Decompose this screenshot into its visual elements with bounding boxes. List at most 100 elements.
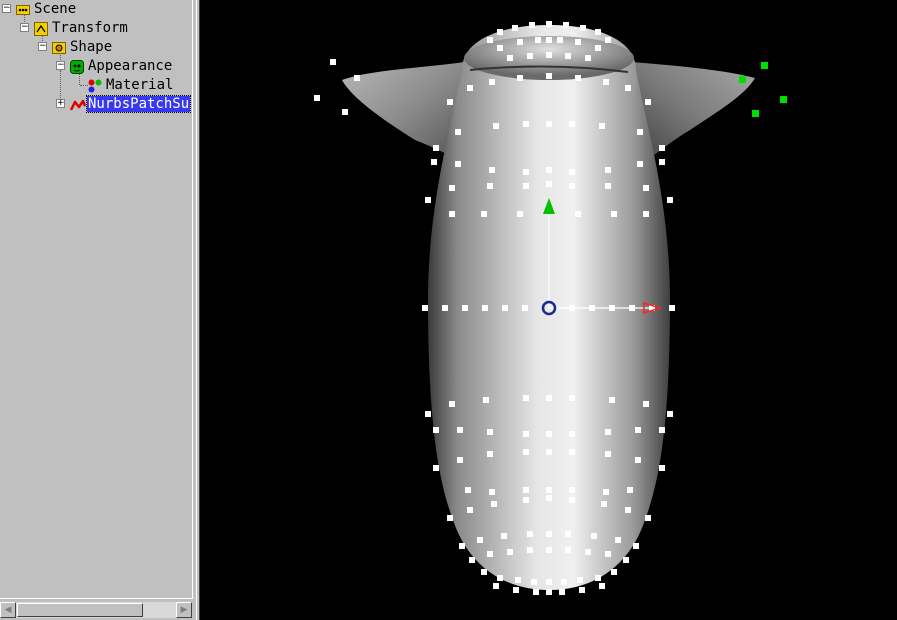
control-point[interactable] <box>433 465 439 471</box>
control-point[interactable] <box>599 123 605 129</box>
control-point[interactable] <box>523 183 529 189</box>
control-point[interactable] <box>522 305 528 311</box>
control-point[interactable] <box>529 22 535 28</box>
control-point[interactable] <box>645 99 651 105</box>
control-point[interactable] <box>546 487 552 493</box>
control-point[interactable] <box>546 73 552 79</box>
control-point[interactable] <box>431 159 437 165</box>
scroll-left-arrow-icon[interactable]: ◀ <box>0 602 16 618</box>
control-point[interactable] <box>487 37 493 43</box>
control-point[interactable] <box>342 109 348 115</box>
control-point[interactable] <box>469 557 475 563</box>
control-point[interactable] <box>561 579 567 585</box>
control-point[interactable] <box>513 587 519 593</box>
control-point[interactable] <box>580 25 586 31</box>
control-point[interactable] <box>659 465 665 471</box>
scrollbar-track[interactable] <box>16 602 176 618</box>
control-point[interactable] <box>449 401 455 407</box>
control-point[interactable] <box>601 501 607 507</box>
control-point[interactable] <box>546 167 552 173</box>
control-point[interactable] <box>659 145 665 151</box>
control-point[interactable] <box>487 429 493 435</box>
control-point[interactable] <box>591 533 597 539</box>
control-point[interactable] <box>546 395 552 401</box>
control-point[interactable] <box>605 167 611 173</box>
control-point[interactable] <box>569 487 575 493</box>
control-point[interactable] <box>546 495 552 501</box>
control-point[interactable] <box>605 37 611 43</box>
control-point[interactable] <box>465 487 471 493</box>
control-point[interactable] <box>569 497 575 503</box>
control-point[interactable] <box>330 59 336 65</box>
control-point[interactable] <box>527 547 533 553</box>
control-point[interactable] <box>643 401 649 407</box>
control-point[interactable] <box>449 211 455 217</box>
3d-viewport[interactable] <box>200 0 897 620</box>
control-point[interactable] <box>462 305 468 311</box>
control-point[interactable] <box>575 211 581 217</box>
control-point[interactable] <box>314 95 320 101</box>
control-point[interactable] <box>531 579 537 585</box>
control-point[interactable] <box>595 29 601 35</box>
control-point[interactable] <box>497 575 503 581</box>
control-point[interactable] <box>546 531 552 537</box>
control-point[interactable] <box>605 451 611 457</box>
control-point[interactable] <box>447 515 453 521</box>
control-point[interactable] <box>517 75 523 81</box>
control-point[interactable] <box>517 211 523 217</box>
control-point[interactable] <box>565 547 571 553</box>
control-point[interactable] <box>487 551 493 557</box>
control-point[interactable] <box>625 85 631 91</box>
control-point[interactable] <box>354 75 360 81</box>
control-point[interactable] <box>493 123 499 129</box>
collapse-toggle[interactable]: − <box>20 23 29 32</box>
control-point[interactable] <box>546 449 552 455</box>
control-point[interactable] <box>527 53 533 59</box>
control-point[interactable] <box>611 211 617 217</box>
control-point[interactable] <box>489 489 495 495</box>
control-point[interactable] <box>497 45 503 51</box>
control-point[interactable] <box>609 397 615 403</box>
control-point[interactable] <box>595 45 601 51</box>
control-point[interactable] <box>605 551 611 557</box>
control-point[interactable] <box>455 129 461 135</box>
control-point[interactable] <box>433 145 439 151</box>
control-point[interactable] <box>507 55 513 61</box>
control-point[interactable] <box>659 427 665 433</box>
control-point[interactable] <box>457 457 463 463</box>
control-point[interactable] <box>422 305 428 311</box>
control-point[interactable] <box>459 543 465 549</box>
control-point[interactable] <box>669 305 675 311</box>
control-point[interactable] <box>507 549 513 555</box>
control-point[interactable] <box>477 537 483 543</box>
control-point[interactable] <box>481 211 487 217</box>
control-point[interactable] <box>569 121 575 127</box>
control-point[interactable] <box>487 451 493 457</box>
control-point[interactable] <box>497 29 503 35</box>
control-point[interactable] <box>569 449 575 455</box>
selected-control-point[interactable] <box>739 76 746 83</box>
control-point[interactable] <box>467 507 473 513</box>
tree-node-shape[interactable]: Shape <box>52 38 113 56</box>
control-point[interactable] <box>579 587 585 593</box>
control-point[interactable] <box>575 75 581 81</box>
control-point[interactable] <box>447 99 453 105</box>
control-point[interactable] <box>645 515 651 521</box>
control-point[interactable] <box>515 577 521 583</box>
control-point[interactable] <box>501 533 507 539</box>
control-point[interactable] <box>523 169 529 175</box>
selected-control-point[interactable] <box>780 96 787 103</box>
selected-control-point[interactable] <box>761 62 768 69</box>
control-point[interactable] <box>482 305 488 311</box>
control-point[interactable] <box>546 547 552 553</box>
collapse-toggle[interactable]: − <box>56 61 65 70</box>
control-point[interactable] <box>627 487 633 493</box>
control-point[interactable] <box>425 197 431 203</box>
control-point[interactable] <box>546 181 552 187</box>
collapse-toggle[interactable]: − <box>38 42 47 51</box>
control-point[interactable] <box>546 431 552 437</box>
control-point[interactable] <box>533 589 539 595</box>
tree-node-appearance[interactable]: Appearance <box>70 57 173 75</box>
control-point[interactable] <box>565 53 571 59</box>
control-point[interactable] <box>467 85 473 91</box>
